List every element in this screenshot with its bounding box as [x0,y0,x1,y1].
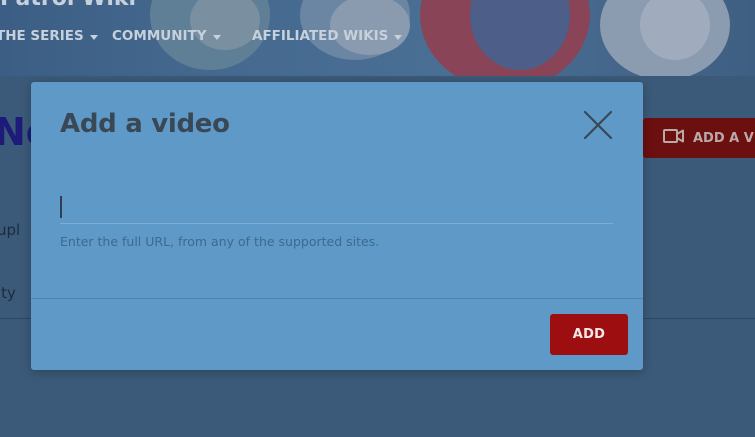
add-video-label: ADD A VIDEO [693,130,755,146]
chevron-down-icon [394,34,403,40]
url-hint: Enter the full URL, from any of the supp… [60,234,380,249]
video-camera-icon [663,128,685,148]
nav-item-label: AFFILIATED WIKIS [252,28,389,44]
upload-text: upl [0,221,21,239]
chevron-down-icon [212,34,221,40]
close-button[interactable] [582,109,614,141]
close-icon [582,110,614,145]
modal-divider [31,298,643,299]
activity-text: ity [0,284,16,302]
wiki-title[interactable]: Patrol Wiki [0,0,136,11]
text-cursor [60,196,62,218]
page: Patrol Wiki THE SERIES COMMUNITY AFFILIA… [0,0,755,437]
wiki-header: Patrol Wiki THE SERIES COMMUNITY AFFILIA… [0,0,755,76]
video-url-input[interactable] [60,194,613,224]
add-button[interactable]: ADD [550,314,628,355]
nav-item-label: COMMUNITY [112,28,207,44]
nav-item-series[interactable]: THE SERIES [0,28,98,44]
add-video-modal: Add a video Enter the full URL, from any… [31,82,643,370]
nav-item-community[interactable]: COMMUNITY [112,28,221,44]
nav-item-affiliated-wikis[interactable]: AFFILIATED WIKIS [252,28,403,44]
add-video-button[interactable]: ADD A VIDEO [643,118,755,158]
chevron-down-icon [89,34,98,40]
modal-title: Add a video [60,109,230,139]
nav-item-label: THE SERIES [0,28,84,44]
